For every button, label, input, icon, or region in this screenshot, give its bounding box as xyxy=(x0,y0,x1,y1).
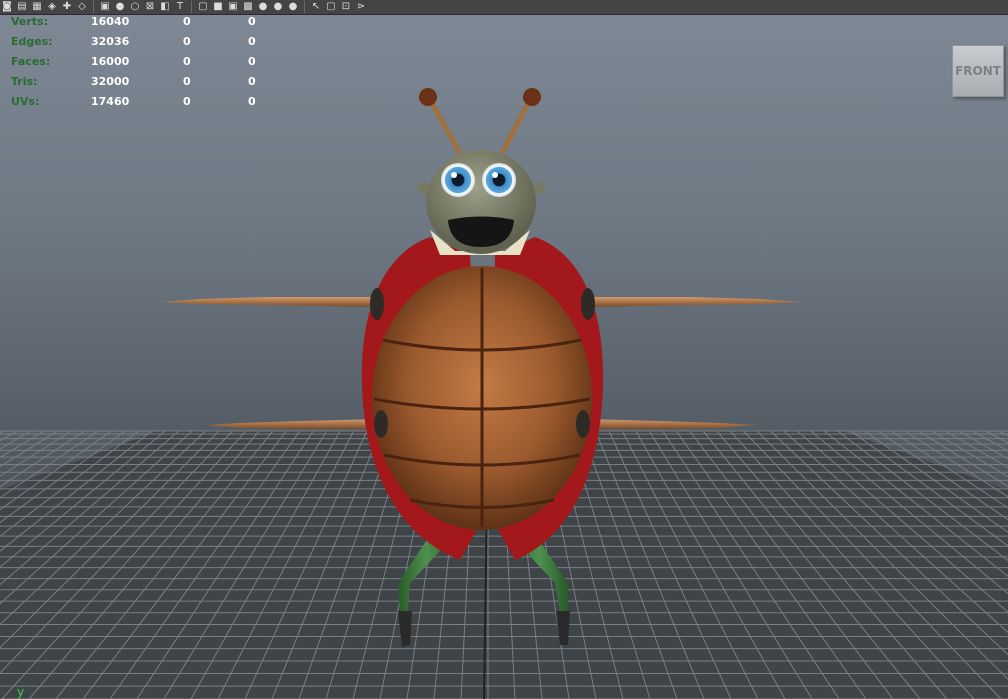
texture-icon[interactable]: T xyxy=(173,1,187,13)
hud-value-3: 0 xyxy=(248,95,256,108)
hud-value-3: 0 xyxy=(248,55,256,68)
shadows-icon[interactable]: ● xyxy=(286,1,300,13)
left-antenna[interactable] xyxy=(427,98,463,155)
smooth-shade-cube-icon[interactable]: ■ xyxy=(211,1,225,13)
hud-value-2: 0 xyxy=(183,75,191,88)
toolbar-separator xyxy=(191,1,192,13)
hud-value-2: 0 xyxy=(183,15,191,28)
viewport-toolbar: ◙ ▤ ▦ ◈ ✚ ◇ ▣ ● ○ ⊠ ◧ T ▢ ■ ▣ ▩ ● ● ● ↖ ▢ ⊡ ⋗ xyxy=(0,0,1008,15)
hud-row: Faces: 16000 0 0 xyxy=(0,55,300,71)
right-antenna[interactable] xyxy=(499,98,533,155)
safe-action-icon[interactable]: ▣ xyxy=(98,1,112,13)
textured-icon[interactable]: ▩ xyxy=(241,1,255,13)
right-shoulder-joint xyxy=(581,288,595,320)
hud-value-2: 0 xyxy=(183,35,191,48)
xray-joints-icon[interactable]: ◧ xyxy=(158,1,172,13)
right-eye-highlight xyxy=(492,172,498,178)
axis-indicator: y xyxy=(17,685,24,699)
hud-label: Edges: xyxy=(11,35,53,48)
all-lights-icon[interactable]: ● xyxy=(271,1,285,13)
share-icon[interactable]: ⋗ xyxy=(354,1,368,13)
left-eye-highlight xyxy=(451,172,457,178)
hud-row: UVs: 17460 0 0 xyxy=(0,95,300,111)
view-cube[interactable]: FRONT xyxy=(952,45,1004,97)
poly-count-hud: Verts: 16040 0 0 Edges: 32036 0 0 Faces: 16000 0 0 T… xyxy=(0,15,300,115)
3d-viewport[interactable]: Verts: 16040 0 0 Edges: 32036 0 0 Faces: 16000 0 0 T… xyxy=(0,15,1008,699)
hud-value-selected: 16000 xyxy=(91,55,130,68)
bookmark-icon[interactable]: ◈ xyxy=(45,1,59,13)
isolate-select-icon[interactable]: ○ xyxy=(128,1,142,13)
hud-value-2: 0 xyxy=(183,95,191,108)
toolbar-separator xyxy=(304,1,305,13)
right-eye[interactable] xyxy=(482,163,516,197)
hud-value-3: 0 xyxy=(248,75,256,88)
select-camera-icon[interactable]: ↖ xyxy=(309,1,323,13)
hud-row: Edges: 32036 0 0 xyxy=(0,35,300,51)
toolbar-separator xyxy=(93,1,94,13)
image-plane-icon[interactable]: ▦ xyxy=(30,1,44,13)
lower-left-arm[interactable] xyxy=(208,419,380,429)
hud-value-selected: 16040 xyxy=(91,15,130,28)
hud-row: Verts: 16040 0 0 xyxy=(0,15,300,31)
use-default-light-icon[interactable]: ● xyxy=(256,1,270,13)
hud-value-selected: 17460 xyxy=(91,95,130,108)
lower-right-arm[interactable] xyxy=(585,419,754,429)
hud-value-3: 0 xyxy=(248,35,256,48)
hud-label: UVs: xyxy=(11,95,40,108)
upper-left-arm[interactable] xyxy=(160,297,375,307)
hud-cube-icon[interactable]: ▢ xyxy=(324,1,338,13)
sphere-shade-icon[interactable]: ● xyxy=(113,1,127,13)
camera-attributes-icon[interactable]: ◙ xyxy=(0,1,14,13)
hud-label: Faces: xyxy=(11,55,51,68)
resolution-gate-icon[interactable]: ⊡ xyxy=(339,1,353,13)
right-antenna-tip[interactable] xyxy=(523,88,541,106)
left-shoulder-joint xyxy=(370,288,384,320)
view-cube-label: FRONT xyxy=(955,64,1001,78)
hud-row: Tris: 32000 0 0 xyxy=(0,75,300,91)
hud-label: Verts: xyxy=(11,15,49,28)
left-antenna-tip[interactable] xyxy=(419,88,437,106)
wireframe-on-shaded-icon[interactable]: ▣ xyxy=(226,1,240,13)
wireframe-cube-icon[interactable]: ▢ xyxy=(196,1,210,13)
axis-y-label: y xyxy=(17,685,25,699)
film-gate-icon[interactable]: ✚ xyxy=(60,1,74,13)
hud-label: Tris: xyxy=(11,75,38,88)
grid-toggle-icon[interactable]: ◇ xyxy=(75,1,89,13)
left-eye[interactable] xyxy=(441,163,475,197)
left-hip-joint xyxy=(374,410,388,438)
hud-value-selected: 32000 xyxy=(91,75,130,88)
upper-right-arm[interactable] xyxy=(590,297,802,307)
camera-tools-icon[interactable]: ▤ xyxy=(15,1,29,13)
hud-value-2: 0 xyxy=(183,55,191,68)
hud-value-3: 0 xyxy=(248,15,256,28)
scene-canvas[interactable] xyxy=(0,15,1008,699)
right-hip-joint xyxy=(576,410,590,438)
hud-value-selected: 32036 xyxy=(91,35,130,48)
xray-icon[interactable]: ⊠ xyxy=(143,1,157,13)
